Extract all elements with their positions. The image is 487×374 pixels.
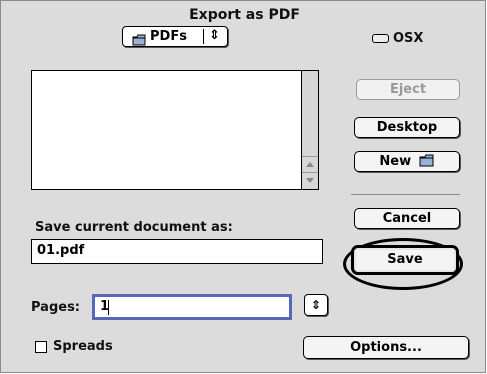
disk-label: OSX xyxy=(393,31,424,46)
popup-arrows-icon: ⇕ xyxy=(209,28,220,43)
new-folder-icon xyxy=(419,154,434,167)
folder-popup-label: PDFs xyxy=(150,29,187,44)
save-button[interactable]: Save xyxy=(353,247,457,273)
text-cursor xyxy=(108,300,109,315)
dialog-title: Export as PDF xyxy=(189,7,300,23)
scroll-down-arrow-icon[interactable] xyxy=(302,172,318,190)
pages-input[interactable]: 1 xyxy=(92,294,292,320)
eject-button[interactable]: Eject xyxy=(356,79,460,100)
save-as-label: Save current document as: xyxy=(35,220,233,235)
popup-separator xyxy=(203,29,204,44)
file-list[interactable] xyxy=(31,70,302,190)
filename-input[interactable]: 01.pdf xyxy=(31,239,323,264)
new-folder-button[interactable]: New xyxy=(354,151,460,172)
pages-label: Pages: xyxy=(31,300,81,315)
disk-icon xyxy=(372,34,389,43)
folder-popup[interactable]: PDFs ⇕ xyxy=(122,26,228,47)
button-divider xyxy=(351,194,460,195)
export-pdf-dialog: Export as PDF PDFs ⇕ OSX Eject Desktop N… xyxy=(0,0,486,373)
desktop-button[interactable]: Desktop xyxy=(354,117,460,138)
disk-indicator: OSX xyxy=(372,31,423,46)
cancel-button[interactable]: Cancel xyxy=(354,208,460,229)
scroll-up-arrow-icon[interactable] xyxy=(302,156,318,173)
spreads-label: Spreads xyxy=(53,339,113,354)
options-button[interactable]: Options... xyxy=(303,336,469,359)
new-button-label: New xyxy=(379,154,412,169)
file-list-scrollbar[interactable] xyxy=(302,70,319,190)
folder-icon xyxy=(132,31,146,50)
pages-stepper[interactable]: ⇕ xyxy=(304,294,328,316)
spreads-checkbox[interactable] xyxy=(35,341,47,353)
